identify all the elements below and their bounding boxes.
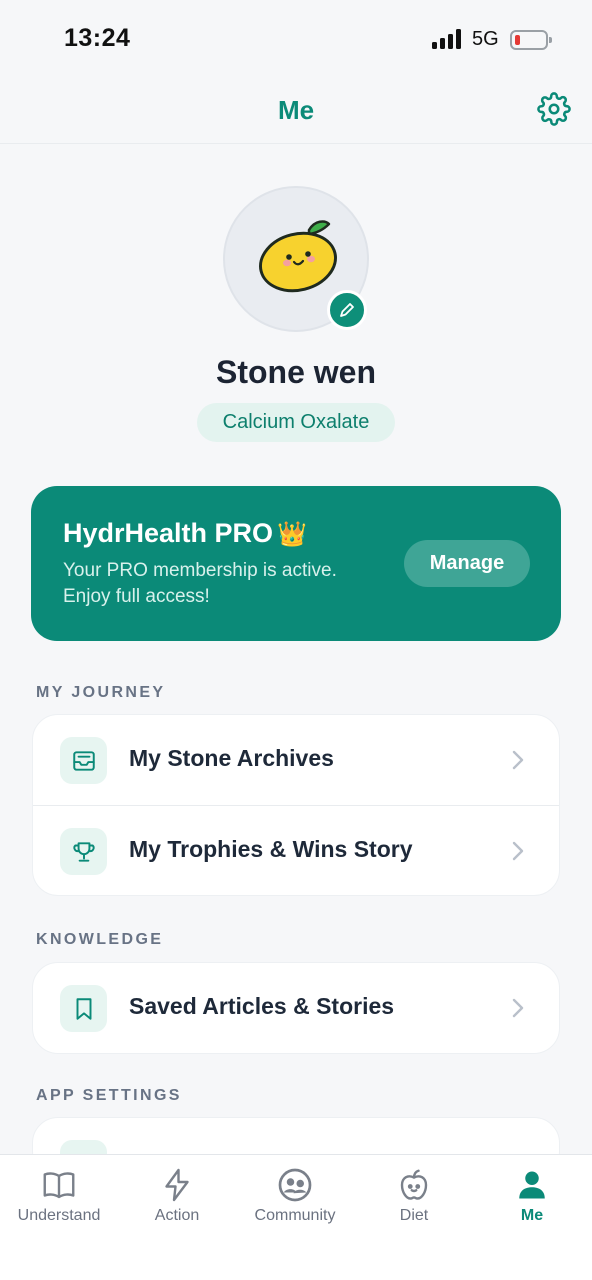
- pro-description: Your PRO membership is active. Enjoy ful…: [63, 560, 337, 607]
- status-time: 13:24: [64, 24, 131, 52]
- tab-community[interactable]: Community: [236, 1155, 354, 1235]
- list-item-label: My Trophies & Wins Story: [129, 836, 413, 862]
- pro-title-text: HydrHealth PRO: [63, 518, 274, 548]
- archive-tray-icon: [60, 737, 107, 784]
- list-item-label: Saved Articles & Stories: [129, 993, 395, 1019]
- settings-button[interactable]: [537, 92, 571, 126]
- battery-icon: [510, 30, 552, 50]
- tab-action[interactable]: Action: [118, 1155, 236, 1235]
- tab-me[interactable]: Me: [473, 1155, 591, 1235]
- chevron-right-icon: [512, 841, 524, 861]
- pencil-icon: [340, 303, 354, 317]
- tab-label: Understand: [17, 1207, 101, 1224]
- stone-type-badge: Calcium Oxalate: [197, 403, 395, 442]
- pro-membership-card: HydrHealth PRO 👑 Your PRO membership is a…: [31, 486, 561, 641]
- book-icon: [43, 1172, 75, 1199]
- section-title-knowledge: KNOWLEDGE: [36, 931, 164, 948]
- trophy-icon: [60, 828, 107, 875]
- apple-icon: [400, 1169, 428, 1200]
- avatar[interactable]: [223, 186, 369, 332]
- tab-label: Community: [254, 1207, 336, 1224]
- tab-understand[interactable]: Understand: [0, 1155, 118, 1235]
- status-bar: 13:24 5G: [0, 0, 592, 78]
- journey-card: My Stone Archives My Trophies & Wins Sto…: [32, 714, 560, 896]
- chevron-right-icon: [512, 750, 524, 770]
- tab-label: Action: [154, 1207, 200, 1224]
- network-label: 5G: [472, 28, 499, 50]
- list-item-label: My Stone Archives: [129, 745, 334, 771]
- lightning-icon: [165, 1168, 189, 1202]
- page-title: Me: [277, 95, 315, 125]
- tab-bar: Understand Action Community Diet Me: [0, 1154, 592, 1280]
- list-item-trophies[interactable]: My Trophies & Wins Story: [33, 805, 559, 895]
- section-title-app-settings: APP SETTINGS: [36, 1087, 182, 1104]
- signal-icon: [432, 29, 464, 49]
- pro-title: HydrHealth PRO 👑: [63, 518, 307, 549]
- edit-avatar-button[interactable]: [327, 290, 367, 330]
- gear-icon: [537, 92, 571, 126]
- list-item-stone-archives[interactable]: My Stone Archives: [33, 715, 559, 805]
- chevron-right-icon: [512, 998, 524, 1018]
- community-icon: [278, 1168, 312, 1202]
- tab-diet[interactable]: Diet: [355, 1155, 473, 1235]
- bookmark-icon: [60, 985, 107, 1032]
- profile-name: Stone wen: [215, 354, 376, 390]
- knowledge-card: Saved Articles & Stories: [32, 962, 560, 1054]
- section-title-journey: MY JOURNEY: [36, 684, 166, 701]
- list-item-saved-articles[interactable]: Saved Articles & Stories: [33, 963, 559, 1053]
- tab-label: Diet: [399, 1207, 429, 1224]
- tab-label: Me: [520, 1207, 544, 1224]
- crown-icon: 👑: [277, 521, 307, 548]
- person-icon: [519, 1171, 545, 1199]
- manage-button[interactable]: Manage: [404, 540, 530, 587]
- header: Me: [0, 78, 592, 144]
